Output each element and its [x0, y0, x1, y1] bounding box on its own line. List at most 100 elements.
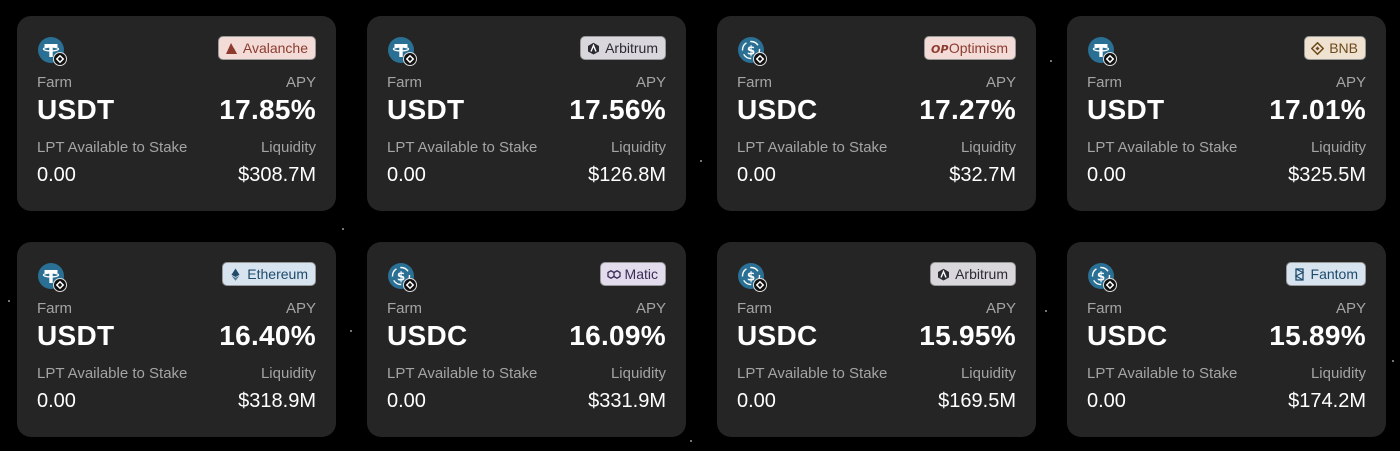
farm-card[interactable]: $ Arbitrum Farm APY USDC 15.95% LPT Availa…	[717, 242, 1036, 437]
optimism-icon: OP	[931, 42, 948, 56]
apy-value: 17.01%	[1269, 94, 1366, 125]
chain-badge: Arbitrum	[930, 262, 1016, 286]
ethereum-icon	[229, 268, 242, 281]
lpt-value: 0.00	[387, 390, 426, 412]
liquidity-value: $318.9M	[238, 390, 316, 412]
usdt-icon	[1087, 36, 1117, 66]
fantom-icon	[1293, 267, 1306, 281]
chain-badge: Ethereum	[222, 262, 316, 286]
svg-text:$: $	[747, 44, 755, 58]
farm-card-grid: Avalanche Farm APY USDT 17.85% LPT Availab…	[17, 16, 1386, 437]
chain-name: Ethereum	[247, 266, 308, 282]
farm-card[interactable]: BNB Farm APY USDT 17.01% LPT Available to …	[1067, 16, 1386, 211]
lpt-value: 0.00	[37, 390, 76, 412]
chain-badge: OP Optimism	[923, 36, 1016, 60]
usdc-icon: $	[737, 36, 767, 66]
apy-label: APY	[285, 74, 316, 91]
liquidity-value: $331.9M	[588, 390, 666, 412]
lpt-value: 0.00	[37, 164, 76, 186]
avalanche-icon	[225, 42, 238, 55]
chain-name: BNB	[1329, 40, 1358, 56]
arbitrum-icon	[937, 268, 950, 281]
apy-value: 15.89%	[1269, 320, 1366, 351]
farm-token: USDT	[387, 94, 465, 125]
lpt-value: 0.00	[737, 390, 776, 412]
lpt-label: LPT Available to Stake	[737, 139, 888, 156]
farm-token: USDC	[737, 320, 818, 351]
farm-card[interactable]: Avalanche Farm APY USDT 17.85% LPT Availab…	[17, 16, 336, 211]
usdc-icon: $	[1087, 262, 1117, 292]
liquidity-label: Liquidity	[610, 139, 666, 156]
chain-badge: Fantom	[1285, 262, 1366, 286]
liquidity-value: $308.7M	[238, 164, 316, 186]
farm-token: USDC	[1087, 320, 1168, 351]
apy-value: 17.27%	[919, 94, 1016, 125]
chain-badge: BNB	[1304, 36, 1366, 60]
lpt-value: 0.00	[387, 164, 426, 186]
liquidity-value: $126.8M	[588, 164, 666, 186]
apy-label: APY	[985, 300, 1016, 317]
farm-label: Farm	[37, 74, 72, 91]
apy-label: APY	[1335, 300, 1366, 317]
farm-token: USDC	[387, 320, 468, 351]
chain-name: Fantom	[1310, 266, 1358, 282]
chain-badge: Arbitrum	[580, 36, 666, 60]
farm-card[interactable]: Ethereum Farm APY USDT 16.40% LPT Availabl…	[17, 242, 336, 437]
lpt-label: LPT Available to Stake	[37, 139, 188, 156]
chain-badge: Avalanche	[217, 36, 316, 60]
apy-label: APY	[635, 74, 666, 91]
lpt-label: LPT Available to Stake	[1087, 365, 1238, 382]
apy-label: APY	[285, 300, 316, 317]
farm-token: USDC	[737, 94, 818, 125]
apy-label: APY	[985, 74, 1016, 91]
arbitrum-icon	[587, 42, 600, 55]
lpt-label: LPT Available to Stake	[37, 365, 188, 382]
liquidity-value: $169.5M	[938, 390, 1016, 412]
chain-badge: Matic	[599, 262, 666, 286]
lpt-label: LPT Available to Stake	[387, 139, 538, 156]
farm-label: Farm	[737, 74, 772, 91]
farm-label: Farm	[1087, 300, 1122, 317]
liquidity-label: Liquidity	[960, 365, 1016, 382]
usdt-icon	[37, 36, 67, 66]
svg-text:OP: OP	[931, 43, 948, 55]
farm-card[interactable]: $ OP Optimism Farm APY USDC 17.27% LPT Ava…	[717, 16, 1036, 211]
farm-label: Farm	[1087, 74, 1122, 91]
apy-value: 15.95%	[919, 320, 1016, 351]
farm-label: Farm	[737, 300, 772, 317]
chain-name: Arbitrum	[605, 40, 658, 56]
farm-token: USDT	[1087, 94, 1165, 125]
liquidity-value: $325.5M	[1288, 164, 1366, 186]
usdc-icon: $	[737, 262, 767, 292]
liquidity-label: Liquidity	[1310, 139, 1366, 156]
liquidity-label: Liquidity	[610, 365, 666, 382]
matic-icon	[606, 268, 621, 281]
liquidity-label: Liquidity	[260, 365, 316, 382]
farm-card[interactable]: $ Matic Farm APY USDC 16.09% LPT Available…	[367, 242, 686, 437]
farm-label: Farm	[387, 74, 422, 91]
farm-label: Farm	[387, 300, 422, 317]
lpt-label: LPT Available to Stake	[1087, 139, 1238, 156]
farm-label: Farm	[37, 300, 72, 317]
liquidity-value: $174.2M	[1288, 390, 1366, 412]
apy-label: APY	[1335, 74, 1366, 91]
chain-name: Avalanche	[242, 40, 308, 56]
bnb-icon	[1310, 41, 1325, 55]
chain-name: Matic	[624, 266, 658, 282]
svg-text:$: $	[747, 270, 755, 284]
usdt-icon	[387, 36, 417, 66]
farm-token: USDT	[37, 94, 115, 125]
usdc-icon: $	[387, 262, 417, 292]
svg-text:$: $	[397, 270, 405, 284]
lpt-value: 0.00	[1087, 164, 1126, 186]
liquidity-label: Liquidity	[960, 139, 1016, 156]
farm-card[interactable]: $ Fantom Farm APY USDC 15.89% LPT Availabl…	[1067, 242, 1386, 437]
farm-card[interactable]: Arbitrum Farm APY USDT 17.56% LPT Availabl…	[367, 16, 686, 211]
apy-value: 17.85%	[219, 94, 316, 125]
apy-value: 16.09%	[569, 320, 666, 351]
lpt-value: 0.00	[737, 164, 776, 186]
chain-name: Arbitrum	[955, 266, 1008, 282]
apy-label: APY	[635, 300, 666, 317]
farm-token: USDT	[37, 320, 115, 351]
svg-text:$: $	[1097, 270, 1105, 284]
